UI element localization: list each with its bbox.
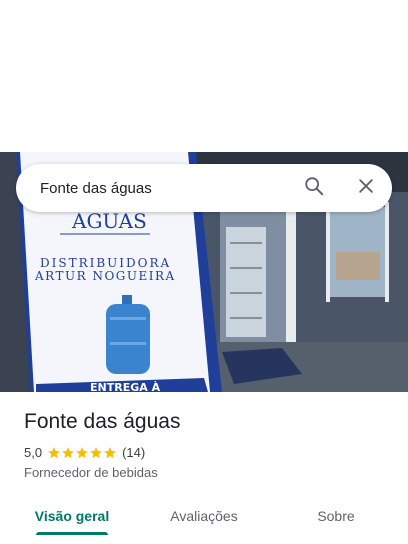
review-count[interactable]: (14) [122,445,145,460]
rating-stars [47,446,117,460]
close-icon [356,176,376,201]
banner-brand: ÁGUAS [71,209,147,233]
rating-row[interactable]: 5,0 (14) [24,445,145,460]
star-icon [61,446,75,460]
place-tabs: Visão geral Avaliações Sobre [0,496,408,544]
place-title: Fonte das águas [24,410,181,433]
banner-bottom-text: ENTREGA À [90,381,161,392]
search-bar [16,164,392,212]
search-icon [303,175,325,202]
tab-about[interactable]: Sobre [282,496,390,536]
clear-search-button[interactable] [342,164,390,212]
star-icon [103,446,117,460]
search-input[interactable] [40,164,290,212]
rating-value: 5,0 [24,445,43,460]
search-button[interactable] [290,164,338,212]
active-tab-indicator [36,532,108,535]
place-category[interactable]: Fornecedor de bebidas [24,465,158,480]
star-icon [47,446,61,460]
banner-line-3: ARTUR NOGUEIRA [34,269,176,283]
tab-reviews[interactable]: Avaliações [150,496,258,536]
banner-line-2: DISTRIBUIDORA [40,256,171,270]
tab-overview[interactable]: Visão geral [18,496,126,536]
star-icon [89,446,103,460]
star-icon [75,446,89,460]
